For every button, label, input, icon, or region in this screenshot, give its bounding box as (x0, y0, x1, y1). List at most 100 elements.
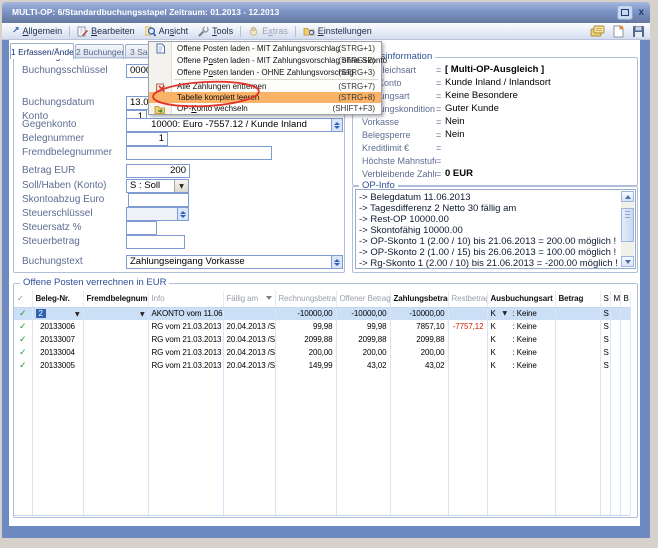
menu-bearbeiten[interactable]: Bearbeiten (72, 24, 140, 39)
op-info-line: -> Rg-Skonto 1 (2.00 / 10) bis 21.06.201… (359, 258, 619, 269)
row-checked-icon[interactable]: ✓ (19, 361, 26, 371)
op-info-line: -> OP-Skonto 2 (1.00 / 15) bis 26.06.201… (359, 247, 619, 258)
op-info-lines: -> Belegdatum 11.06.2013-> Tagesdifferen… (359, 192, 619, 269)
op-info-line: -> Belegdatum 11.06.2013 (359, 192, 619, 203)
titlebar[interactable]: MULTI-OP: 6/Standardbuchungsstapel Zeitr… (2, 2, 650, 23)
field-label-buchungsschluessel: Buchungsschlüssel (22, 65, 108, 76)
spinner-icon[interactable] (331, 256, 342, 268)
row-checked-icon[interactable]: ✓ (19, 309, 26, 319)
equals-sign: = (436, 91, 445, 101)
cell-dropdown-icon[interactable]: ▼ (140, 311, 145, 318)
menu-ansicht[interactable]: Ansicht (140, 24, 194, 39)
gegenkonto-combo[interactable]: 10000: Euro -7557.12 / Kunde Inland (126, 118, 343, 132)
op-table-empty-row (14, 424, 630, 437)
cell-dropdown-icon[interactable]: ▼ (503, 310, 513, 317)
column-header-b[interactable]: B (620, 291, 630, 307)
menu-item-op-landen-ohne[interactable]: Offene Posten landen - OHNE Zahlungsvors… (149, 66, 381, 78)
info-label: Höchste Mahnstufe (362, 156, 436, 166)
row-checked-icon[interactable]: ✓ (19, 348, 26, 358)
op-table-row[interactable]: ✓20133006RG vom 21.03.201320.04.2013 /Sa… (14, 320, 630, 333)
column-header-beleg[interactable]: Beleg-Nr. (32, 291, 83, 307)
op-info-scrollbar[interactable] (621, 191, 634, 267)
switch-folder-icon (153, 104, 167, 115)
menu-separator (174, 79, 378, 80)
scrollbar-thumb[interactable] (621, 208, 634, 242)
column-header-info[interactable]: Info (148, 291, 223, 307)
restore-icon[interactable] (617, 5, 633, 20)
info-row: Vorkasse=Nein (362, 115, 634, 128)
sort-descending-icon[interactable] (266, 296, 272, 300)
column-header-m[interactable]: M (610, 291, 620, 307)
op-table-empty-row (14, 398, 630, 411)
op-table-row[interactable]: ✓20133005RG vom 21.03.201320.04.2013 /Sa… (14, 359, 630, 372)
steuersatz-input[interactable] (126, 221, 157, 235)
op-table-row[interactable]: ✓2▼▼AKONTO vom 11.06.201-10000,00-10000,… (14, 307, 630, 320)
menu-item-op-laden-ohne-skonto[interactable]: Offene Posten laden - MIT Zahlungsvorsch… (149, 54, 381, 66)
column-header-betrag[interactable]: Betrag (555, 291, 600, 307)
scroll-down-icon[interactable] (621, 256, 634, 267)
betrag-eur-input[interactable]: 200 (126, 164, 190, 178)
row-checked-icon[interactable]: ✓ (19, 322, 26, 332)
extras-icon (248, 26, 259, 37)
menu-allgemein[interactable]: ↗ Allgemein (7, 24, 67, 39)
scroll-up-icon[interactable] (621, 191, 634, 202)
ledger-icon[interactable] (590, 25, 605, 38)
skontoabzug-input[interactable] (128, 193, 189, 207)
tab-erfassen-aendern[interactable]: 1 Erfassen/Ändern (10, 43, 74, 59)
column-header-rechnung[interactable]: Rechnungsbetrag (275, 291, 336, 307)
menu-item-zahlungen-entfernen[interactable]: Alle Zahlungen entfernen (STRG+7) (149, 81, 381, 92)
buchungstext-combo[interactable]: Zahlungseingang Vorkasse (126, 255, 343, 269)
field-label-buchungsdatum: Buchungsdatum (22, 97, 94, 108)
soll-haben-combo[interactable]: S : Soll▼ (126, 179, 189, 193)
op-table-empty-row (14, 372, 630, 385)
column-header-fremd[interactable]: Fremdbelegnummer (83, 291, 148, 307)
op-table-empty-row (14, 437, 630, 450)
op-info-line: -> OP-Skonto 1 (2.00 / 10) bis 21.06.201… (359, 236, 619, 247)
menu-item-op-laden-mit[interactable]: Offene Posten laden - MIT Zahlungsvorsch… (149, 42, 381, 54)
tools-dropdown-menu: Offene Posten laden - MIT Zahlungsvorsch… (148, 41, 382, 115)
beleg-edit-cell[interactable]: 2 (36, 309, 46, 318)
new-document-icon[interactable] (612, 25, 625, 38)
menu-einstellungen[interactable]: Einstellungen (298, 24, 377, 39)
row-checked-icon[interactable]: ✓ (19, 335, 26, 345)
equals-sign: = (436, 65, 445, 75)
equals-sign: = (436, 156, 445, 166)
op-table-row[interactable]: ✓20133004RG vom 21.03.201320.04.2013 /Sa… (14, 346, 630, 359)
field-label-buchungstext: Buchungstext (22, 256, 83, 267)
fremdbelegnummer-input[interactable] (126, 146, 272, 160)
op-table-empty-row (14, 385, 630, 398)
field-label-fremdbelegnummer: Fremdbelegnummer (22, 147, 112, 158)
menu-extras[interactable]: Extras (243, 24, 293, 39)
info-label: Belegsperre (362, 130, 436, 140)
column-header-rest[interactable]: Restbetrag (448, 291, 487, 307)
close-icon[interactable]: x (638, 6, 644, 19)
menu-tools[interactable]: Tools (193, 24, 238, 39)
menu-item-tabelle-leeren[interactable]: Tabelle komplett leeren (STRG+8) (149, 92, 381, 103)
spinner-icon[interactable] (331, 119, 342, 131)
belegnummer-value: 1 (127, 133, 167, 145)
op-info-listbox: -> Belegdatum 11.06.2013-> Tagesdifferen… (355, 189, 636, 269)
menu-item-label: Offene Posten landen - OHNE Zahlungsvors… (177, 68, 354, 77)
info-label: Vorkasse (362, 117, 436, 127)
steuerbetrag-input[interactable] (126, 235, 185, 249)
steuerschluessel-combo[interactable] (126, 207, 189, 221)
betrag-eur-value: 200 (127, 165, 189, 177)
info-value: Guter Kunde (445, 103, 634, 114)
cell-dropdown-icon[interactable]: ▼ (75, 311, 80, 318)
belegnummer-input[interactable]: 1 (126, 132, 168, 146)
column-header-ausbuchung[interactable]: Ausbuchungsart (487, 291, 555, 307)
table-bottom-line (14, 515, 630, 516)
menu-item-op-konto-wechseln[interactable]: OP-Konto wechseln (SHIFT+F3) (149, 103, 381, 114)
arrow-up-right-icon: ↗ (12, 26, 20, 36)
column-header-offener[interactable]: Offener Betrag (336, 291, 390, 307)
dropdown-arrow-icon[interactable]: ▼ (174, 180, 188, 192)
settings-folder-icon (303, 26, 315, 37)
column-header-s[interactable]: S (600, 291, 610, 307)
column-header-faellig[interactable]: Fällig am (223, 291, 275, 307)
spinner-icon[interactable] (177, 208, 188, 220)
column-header-check[interactable]: ✓ (14, 291, 32, 307)
save-icon[interactable] (632, 25, 645, 38)
column-header-zahlung[interactable]: Zahlungsbetrag (390, 291, 448, 307)
op-table-row[interactable]: ✓20133007RG vom 21.03.201320.04.2013 /Sa… (14, 333, 630, 346)
info-row: Zahlungskondition=Guter Kunde (362, 102, 634, 115)
